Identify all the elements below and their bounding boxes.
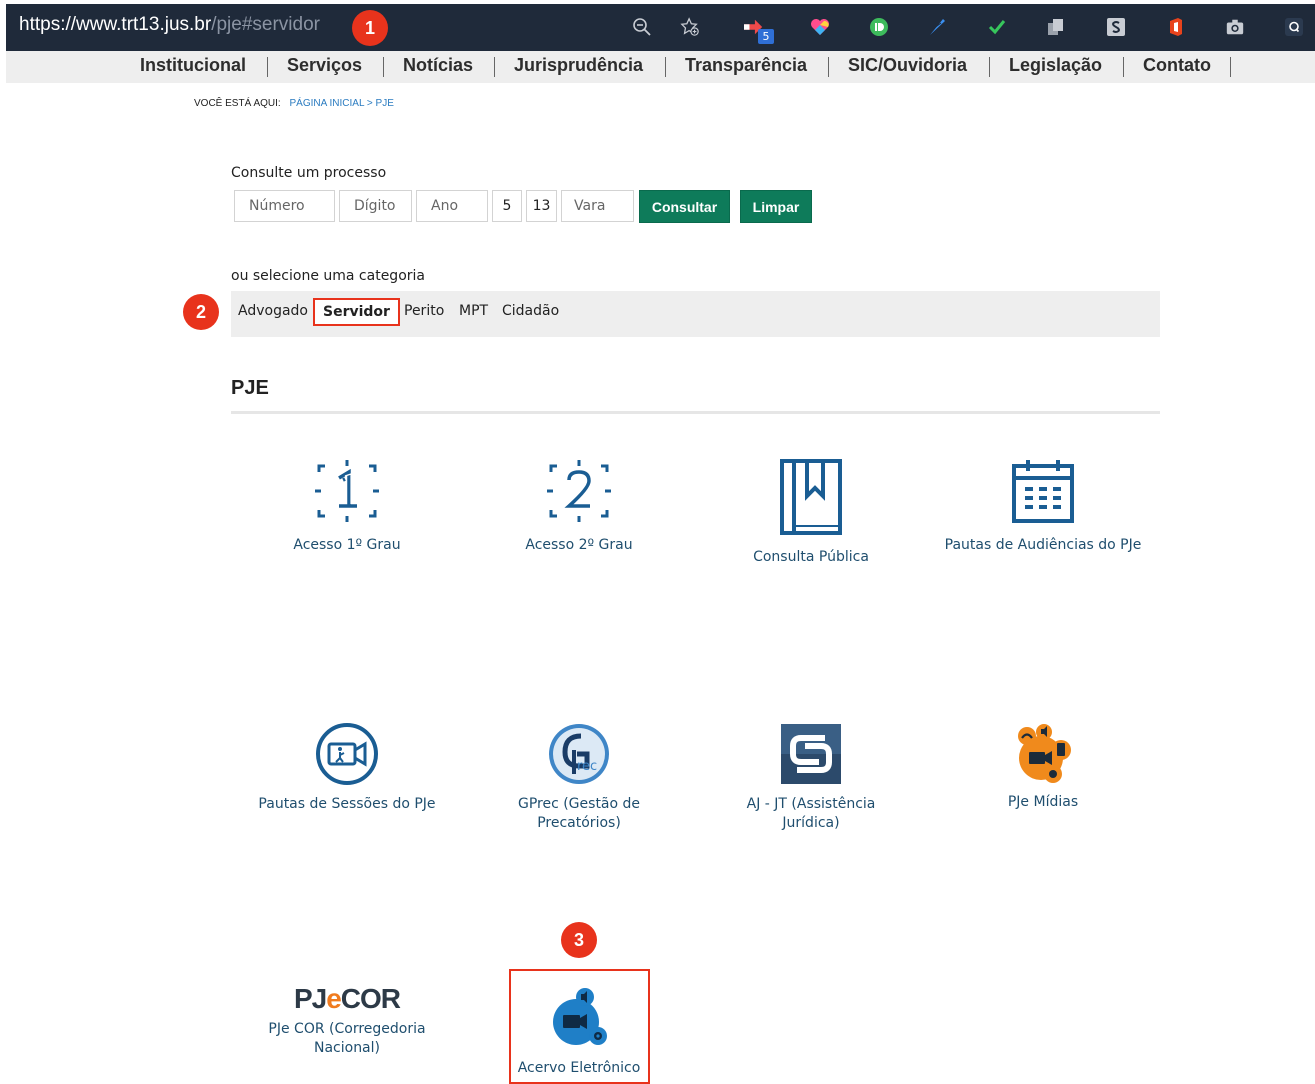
- camera-extension-icon[interactable]: [1225, 17, 1245, 37]
- tab-advogado[interactable]: Advogado: [238, 303, 308, 319]
- nav-legislacao[interactable]: Legislação: [1009, 55, 1102, 76]
- tile-label: GPrec (Gestão de Precatórios): [463, 795, 695, 833]
- heart-extension-icon[interactable]: [810, 17, 830, 37]
- search-title: Consulte um processo: [231, 165, 387, 181]
- tile-label: Pautas de Audiências do PJe: [944, 537, 1142, 553]
- breadcrumb-separator: >: [366, 98, 373, 109]
- tile-pje-cor[interactable]: PJeCOR PJe COR (Corregedoria Nacional): [231, 982, 463, 1058]
- tile-pautas-sessoes[interactable]: Pautas de Sessões do PJe: [231, 722, 463, 814]
- nav-servicos[interactable]: Serviços: [287, 55, 362, 76]
- tab-perito[interactable]: Perito: [404, 303, 444, 319]
- tile-label: Acervo Eletrônico: [517, 1060, 641, 1076]
- tile-acesso-1-grau[interactable]: Acesso 1º Grau: [231, 458, 463, 555]
- digito-input[interactable]: Dígito: [339, 190, 412, 222]
- nav-divider: [828, 57, 829, 77]
- video-session-icon: [316, 723, 378, 785]
- tile-gprec[interactable]: rec GPrec (Gestão de Precatórios): [463, 722, 695, 833]
- nav-divider: [1123, 57, 1124, 77]
- tribunal-input[interactable]: 13: [526, 190, 557, 222]
- ano-input[interactable]: Ano: [416, 190, 488, 222]
- tile-label: AJ - JT (Assistência Jurídica): [695, 795, 927, 833]
- q-extension-icon[interactable]: [1284, 17, 1304, 37]
- tab-servidor[interactable]: Servidor: [313, 298, 400, 326]
- tile-label-line: PJe COR (Corregedoria: [268, 1021, 426, 1037]
- media-icon: [1018, 724, 1071, 783]
- gprec-logo-text: rec: [577, 759, 597, 774]
- breadcrumb: VOCÊ ESTÁ AQUI: PÁGINA INICIAL > PJE: [194, 98, 394, 109]
- pjecor-logo-pj: PJ: [293, 983, 327, 1014]
- tab-mpt[interactable]: MPT: [459, 303, 488, 319]
- book-icon: [780, 459, 842, 535]
- nav-divider: [1230, 57, 1231, 77]
- calendar-icon: [1012, 460, 1074, 523]
- nav-sic-ouvidoria[interactable]: SIC/Ouvidoria: [848, 55, 967, 76]
- section-title: PJE: [231, 377, 269, 399]
- nav-noticias[interactable]: Notícias: [403, 55, 473, 76]
- step-marker-2: 2: [183, 294, 219, 330]
- tile-label: Acesso 2º Grau: [525, 537, 633, 553]
- browser-toolbar: https://www.trt13.jus.br/pje#servidor 1 …: [6, 4, 1315, 51]
- nav-divider: [989, 57, 990, 77]
- category-title: ou selecione uma categoria: [231, 268, 425, 284]
- nav-divider: [267, 57, 268, 77]
- address-bar[interactable]: https://www.trt13.jus.br/pje#servidor: [19, 14, 320, 36]
- limpar-button[interactable]: Limpar: [740, 190, 812, 223]
- tile-acervo-eletronico[interactable]: Acervo Eletrônico: [463, 985, 695, 1078]
- tile-label: Consulta Pública: [753, 549, 869, 565]
- check-extension-icon[interactable]: [987, 17, 1007, 37]
- nav-divider: [665, 57, 666, 77]
- breadcrumb-current[interactable]: PJE: [376, 98, 394, 109]
- url-host: https://www.trt13.jus.br: [19, 14, 212, 35]
- tile-aj-jt[interactable]: AJ - JT (Assistência Jurídica): [695, 722, 927, 833]
- pjecor-logo-cor: COR: [340, 983, 401, 1014]
- section-divider: [231, 411, 1160, 414]
- step-marker-1: 1: [352, 10, 388, 46]
- tile-consulta-publica[interactable]: Consulta Pública: [695, 458, 927, 567]
- tile-acesso-2-grau[interactable]: Acesso 2º Grau: [463, 458, 695, 555]
- tile-label: Acesso 1º Grau: [293, 537, 401, 553]
- breadcrumb-label: VOCÊ ESTÁ AQUI:: [194, 98, 281, 109]
- s-extension-icon[interactable]: [1106, 17, 1126, 37]
- step-marker-3: 3: [561, 922, 597, 958]
- ajjt-logo-icon: [781, 724, 841, 784]
- feather-extension-icon[interactable]: [927, 17, 947, 37]
- zoom-out-icon[interactable]: [632, 17, 652, 37]
- pjecor-logo: PJeCOR: [231, 982, 463, 1016]
- bookmark-star-icon[interactable]: [680, 17, 700, 37]
- numero-input[interactable]: Número: [234, 190, 335, 222]
- tile-label-line: Nacional): [313, 1040, 380, 1056]
- tab-cidadao[interactable]: Cidadão: [502, 303, 559, 319]
- vara-input[interactable]: Vara: [561, 190, 634, 222]
- tile-pje-midias[interactable]: PJe Mídias: [927, 722, 1159, 812]
- tile-label: PJe Mídias: [1007, 794, 1079, 810]
- id-extension-icon[interactable]: [869, 17, 889, 37]
- office-extension-icon[interactable]: [1166, 17, 1186, 37]
- nav-contato[interactable]: Contato: [1143, 55, 1211, 76]
- extension-badge: 5: [758, 29, 774, 44]
- nav-jurisprudencia[interactable]: Jurisprudência: [514, 55, 643, 76]
- grau-1-icon: [315, 460, 379, 522]
- tile-pautas-audiencias[interactable]: Pautas de Audiências do PJe: [927, 458, 1159, 555]
- copy-extension-icon[interactable]: [1046, 17, 1066, 37]
- pjecor-logo-e: e: [326, 983, 342, 1014]
- tile-label-line: Jurídica): [782, 815, 840, 831]
- nav-transparencia[interactable]: Transparência: [685, 55, 807, 76]
- url-path: /pje#servidor: [211, 14, 320, 35]
- nav-divider: [494, 57, 495, 77]
- segmento-input[interactable]: 5: [492, 190, 522, 222]
- category-tabs: Advogado Servidor Perito MPT Cidadão: [231, 291, 1160, 337]
- tile-label-line: AJ - JT (Assistência: [746, 796, 876, 812]
- grau-2-icon: [547, 460, 611, 522]
- tile-label-line: Precatórios): [537, 815, 621, 831]
- gprec-logo-icon: rec: [549, 724, 609, 784]
- consultar-button[interactable]: Consultar: [639, 190, 730, 223]
- nav-institucional[interactable]: Institucional: [140, 55, 246, 76]
- tile-label: Pautas de Sessões do PJe: [258, 796, 436, 812]
- site-navigation: Institucional Serviços Notícias Jurispru…: [6, 51, 1315, 83]
- tile-label: PJe COR (Corregedoria Nacional): [231, 1020, 463, 1058]
- video-archive-icon: [553, 988, 607, 1045]
- nav-divider: [383, 57, 384, 77]
- tile-label-line: GPrec (Gestão de: [517, 796, 641, 812]
- breadcrumb-home-link[interactable]: PÁGINA INICIAL: [289, 98, 364, 109]
